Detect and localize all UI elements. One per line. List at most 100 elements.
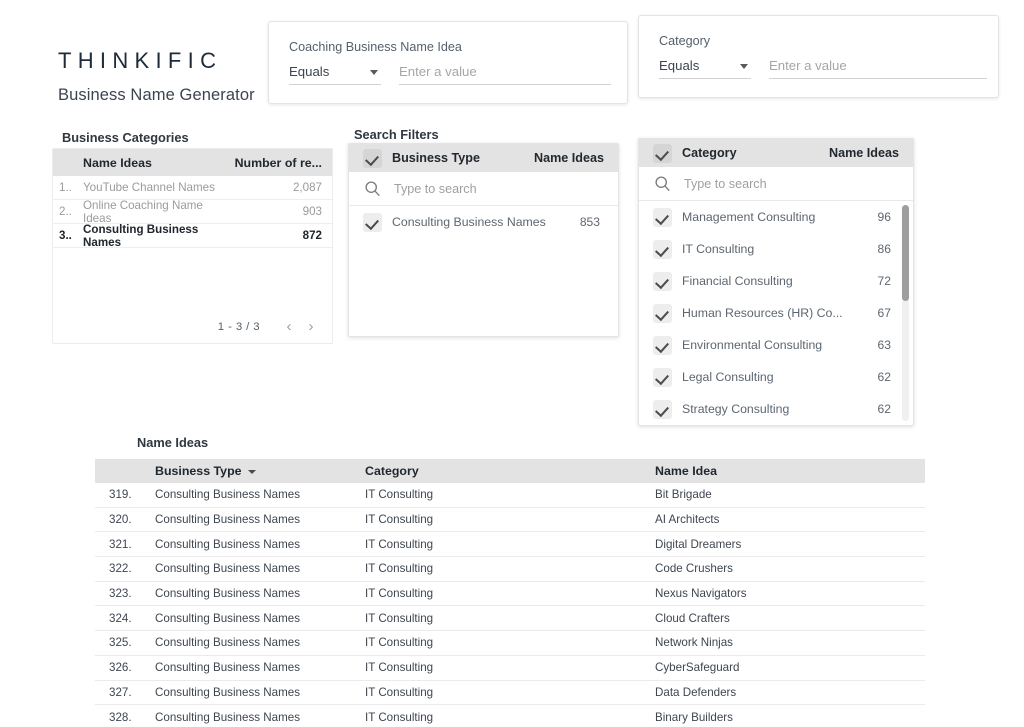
row-number: 323. [109,587,132,601]
business-categories-panel: Name Ideas Number of re... 1.. YouTube Ch… [52,148,333,344]
search-filters-title: Search Filters [354,127,439,142]
business-type-item-list: Consulting Business Names 853 [349,206,618,336]
cell-name-idea: Data Defenders [655,685,737,699]
cell-business-type: Consulting Business Names [155,562,300,576]
row-name: Consulting Business Names [83,222,199,249]
cell-category: IT Consulting [365,488,434,502]
column-header-number-of-records[interactable]: Number of re... [232,156,332,170]
list-item[interactable]: Management Consulting 96 [639,201,913,233]
next-page-icon[interactable]: › [300,318,322,335]
filter-value-input-coaching[interactable] [399,64,611,85]
item-checkbox[interactable] [653,303,672,323]
row-number: 1.. [59,181,72,194]
table-row[interactable]: 325. Consulting Business Names IT Consulti… [95,631,925,656]
business-type-search-row[interactable] [349,172,618,206]
table-row[interactable]: 320. Consulting Business Names IT Consulti… [95,508,925,533]
table-row[interactable]: 1.. YouTube Channel Names 2,087 [53,176,332,200]
table-header: Name Ideas Number of re... [53,149,332,176]
row-number: 2.. [59,205,72,218]
table-row[interactable]: 321. Consulting Business Names IT Consulti… [95,532,925,558]
sort-descending-icon [247,469,256,474]
cell-name-idea: AI Architects [655,513,720,527]
row-number: 326. [109,661,132,675]
operator-dropdown-category[interactable]: Equals [659,58,751,79]
item-checkbox[interactable] [653,399,672,419]
table-row[interactable]: 324. Consulting Business Names IT Consulti… [95,606,925,632]
row-value: 2,087 [292,181,322,194]
list-item[interactable]: Legal Consulting 62 [639,361,913,393]
column-header-business-type[interactable]: Business Type [155,464,365,478]
column-header-name-ideas[interactable]: Name Ideas [79,156,232,170]
filter-controls-row: Equals [659,58,987,79]
list-item[interactable]: Human Resources (HR) Co... 67 [639,297,913,329]
cell-business-type: Consulting Business Names [155,488,300,502]
category-filter-panel: Category Name Ideas Management Consultin… [638,138,914,426]
list-item[interactable]: IT Consulting 86 [639,233,913,265]
cell-category: IT Consulting [365,587,434,601]
table-row[interactable]: 319. Consulting Business Names IT Consulti… [95,483,925,508]
name-ideas-rows: 319. Consulting Business Names IT Consulti… [95,483,925,727]
business-type-search-input[interactable] [392,180,618,197]
name-ideas-title: Name Ideas [137,435,209,450]
select-all-checkbox-category[interactable] [653,143,672,163]
row-number: 3.. [59,229,72,242]
business-type-filter-panel: Business Type Name Ideas Consulting Busi… [348,143,619,337]
row-number: 325. [109,636,132,650]
category-item-list: Management Consulting 96 IT Consulting 86 Fi… [639,201,913,425]
cell-category: IT Consulting [365,513,434,527]
item-label: Financial Consulting [682,274,793,288]
row-number: 320. [109,513,132,527]
category-search-row[interactable] [639,167,913,201]
table-row[interactable]: 323. Consulting Business Names IT Consulti… [95,582,925,607]
category-search-input[interactable] [682,175,913,192]
list-item[interactable]: Financial Consulting 72 [639,265,913,297]
cell-name-idea: Code Crushers [655,562,733,576]
item-checkbox[interactable] [653,239,672,259]
item-label: Management Consulting [682,210,816,224]
column-header-category[interactable]: Category [365,464,655,478]
cell-business-type: Consulting Business Names [155,587,300,601]
item-checkbox[interactable] [653,271,672,291]
item-checkbox[interactable] [653,367,672,387]
cell-business-type: Consulting Business Names [155,661,300,675]
item-checkbox[interactable] [653,335,672,355]
item-checkbox[interactable] [653,207,672,227]
page-title: Business Name Generator [58,86,255,104]
category-panel-header: Category Name Ideas [639,139,913,167]
list-item[interactable]: Environmental Consulting 63 [639,329,913,361]
table-row[interactable]: 326. Consulting Business Names IT Consulti… [95,656,925,681]
category-list-scrollbar[interactable] [902,205,909,421]
thinkific-logo: THINKIFIC [58,48,223,73]
filter-card-coaching-business-name-idea: Coaching Business Name Idea Equals [268,21,628,104]
table-row[interactable]: 328. Consulting Business Names IT Consulti… [95,705,925,727]
item-label: Legal Consulting [682,370,774,384]
table-row[interactable]: 322. Consulting Business Names IT Consulti… [95,557,925,582]
list-item[interactable]: Strategy Consulting 62 [639,393,913,425]
column-header-name-idea[interactable]: Name Idea [655,464,925,478]
table-row[interactable]: 2.. Online Coaching Name Ideas 903 [53,199,332,225]
operator-dropdown-coaching[interactable]: Equals [289,64,381,85]
item-count: 853 [579,215,600,229]
row-number: 321. [109,537,132,551]
scrollbar-thumb[interactable] [902,205,909,301]
filter-value-input-category[interactable] [769,58,987,79]
cell-name-idea: Cloud Crafters [655,611,730,625]
brand-block: THINKIFIC Business Name Generator [58,50,255,105]
row-number: 328. [109,710,132,724]
cell-name-idea: CyberSafeguard [655,661,740,675]
column-header-business-type-label: Business Type [155,464,242,478]
prev-page-icon[interactable]: ‹ [278,318,300,335]
item-checkbox[interactable] [363,212,382,232]
cell-category: IT Consulting [365,685,434,699]
pagination-range: 1 - 3 / 3 [217,320,260,333]
name-ideas-table: Business Type Category Name Idea 319. Con… [95,459,925,727]
select-all-checkbox-business-type[interactable] [363,148,382,168]
search-icon [364,180,381,197]
table-row[interactable]: 3.. Consulting Business Names 872 [53,222,332,249]
item-label: Human Resources (HR) Co... [682,306,843,320]
table-row[interactable]: 327. Consulting Business Names IT Consulti… [95,681,925,706]
panel-metric-label: Name Ideas [533,151,604,165]
category-items: Management Consulting 96 IT Consulting 86 Fi… [639,201,913,425]
list-item[interactable]: Consulting Business Names 853 [349,206,618,238]
search-icon [654,175,671,192]
